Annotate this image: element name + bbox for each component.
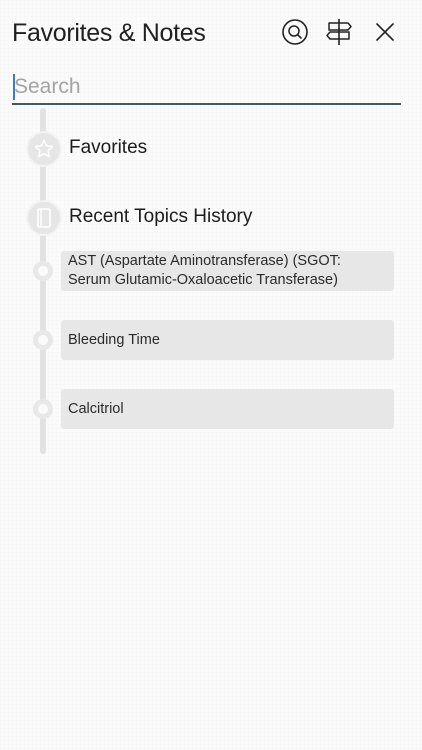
signpost-icon [326,19,352,45]
recent-topic-item[interactable]: Bleeding Time [61,320,394,360]
recent-topic-label: Bleeding Time [68,331,160,348]
favorites-badge [26,131,62,167]
close-button[interactable] [370,17,400,47]
favorites-section[interactable]: Favorites [26,131,406,167]
recent-topic-item[interactable]: Calcitriol [61,389,394,429]
search-button[interactable] [280,17,310,47]
page-title: Favorites & Notes [12,19,206,47]
recent-topic-item[interactable]: AST (Aspartate Aminotransferase) (SGOT: … [61,251,394,291]
recent-topics-badge [26,200,62,236]
timeline-node [33,399,53,419]
text-caret [13,74,15,100]
search-icon [282,19,308,45]
timeline-node [33,261,53,281]
close-icon [376,23,394,41]
recent-topic-label: Calcitriol [68,400,124,417]
timeline-node [33,330,53,350]
book-icon [37,208,51,228]
header: Favorites & Notes [0,0,422,68]
favorites-label: Favorites [69,137,148,158]
recent-topics-label: Recent Topics History [69,206,253,227]
star-icon [34,139,54,158]
favorites-notes-screen: Favorites & Notes Search Favorites Recen… [0,0,422,750]
recent-topic-label: AST (Aspartate Aminotransferase) (SGOT: … [68,253,341,288]
search-input[interactable] [12,72,403,101]
recent-topics-section[interactable]: Recent Topics History [26,200,406,236]
search-bar [12,72,403,105]
navigate-button[interactable] [324,17,354,47]
